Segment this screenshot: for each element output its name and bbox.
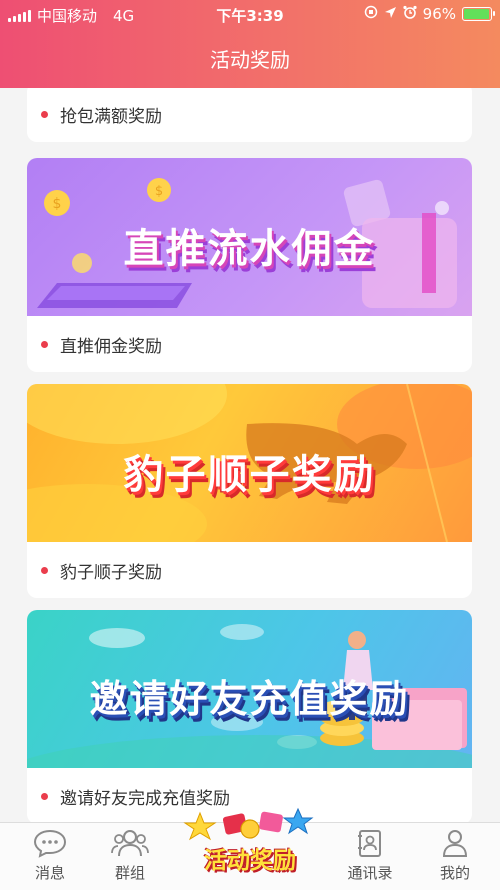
tab-contacts-label: 通讯录	[347, 864, 393, 882]
invite-recharge-banner[interactable]: 邀请好友充值奖励	[27, 610, 472, 768]
page-title: 活动奖励	[210, 48, 290, 72]
tab-groups[interactable]: 群组	[80, 823, 180, 890]
status-bar: 中国移动 4G 下午3:39 96%	[0, 0, 500, 30]
reward-card-leopard-straight[interactable]: 豹子顺子奖励 豹子顺子奖励	[27, 384, 472, 598]
reward-caption: 抢包满额奖励	[27, 88, 472, 142]
leopard-straight-banner[interactable]: 豹子顺子奖励	[27, 384, 472, 542]
orientation-lock-icon	[364, 5, 378, 23]
reward-card-direct-commission[interactable]: $ $ 直推流水佣金 直推佣金奖励	[27, 158, 472, 372]
direct-commission-banner[interactable]: $ $ 直推流水佣金	[27, 158, 472, 316]
bullet-dot	[41, 340, 48, 348]
reward-caption: 直推佣金奖励	[27, 316, 472, 372]
chat-bubble-icon	[33, 829, 67, 858]
banner-title: 直推流水佣金	[123, 226, 376, 272]
contacts-book-icon	[358, 830, 381, 857]
bullet-dot	[41, 110, 48, 118]
alarm-icon	[403, 5, 417, 23]
reward-list[interactable]: 抢包满额奖励 $ $ 直推流水佣金 直推佣金奖励 豹子顺子奖励 豹子顺子奖励 邀…	[0, 88, 500, 822]
bullet-dot	[41, 792, 48, 800]
tab-activity-rewards[interactable]: 活动奖励	[180, 805, 320, 890]
tab-activity-rewards-label: 活动奖励	[204, 848, 296, 874]
reward-caption-text: 抢包满额奖励	[60, 106, 162, 127]
tab-groups-label: 群组	[114, 864, 145, 882]
location-icon	[384, 5, 397, 23]
tab-mine-label: 我的	[439, 864, 470, 882]
bullet-dot	[41, 566, 48, 574]
header: 中国移动 4G 下午3:39 96% 活动奖励	[0, 0, 500, 88]
battery-percent: 96%	[422, 5, 456, 23]
reward-card-invite-recharge[interactable]: 邀请好友充值奖励 邀请好友完成充值奖励	[27, 610, 472, 822]
reward-card-full-amount[interactable]: 抢包满额奖励	[27, 88, 472, 142]
bottom-tab-bar: 消息 群组 活动奖励 通讯录 我的	[0, 807, 500, 890]
tab-mine[interactable]: 我的	[405, 823, 500, 890]
reward-caption: 豹子顺子奖励	[27, 542, 472, 598]
reward-caption-text: 直推佣金奖励	[60, 336, 162, 357]
tab-messages-label: 消息	[34, 864, 65, 882]
reward-caption-text: 豹子顺子奖励	[60, 562, 162, 583]
battery-icon	[462, 7, 495, 21]
svg-text:$: $	[155, 184, 163, 199]
banner-title: 邀请好友充值奖励	[89, 677, 410, 721]
svg-text:$: $	[53, 196, 62, 212]
group-people-icon	[111, 830, 149, 857]
user-profile-icon	[442, 830, 468, 857]
banner-title: 豹子顺子奖励	[123, 452, 376, 498]
